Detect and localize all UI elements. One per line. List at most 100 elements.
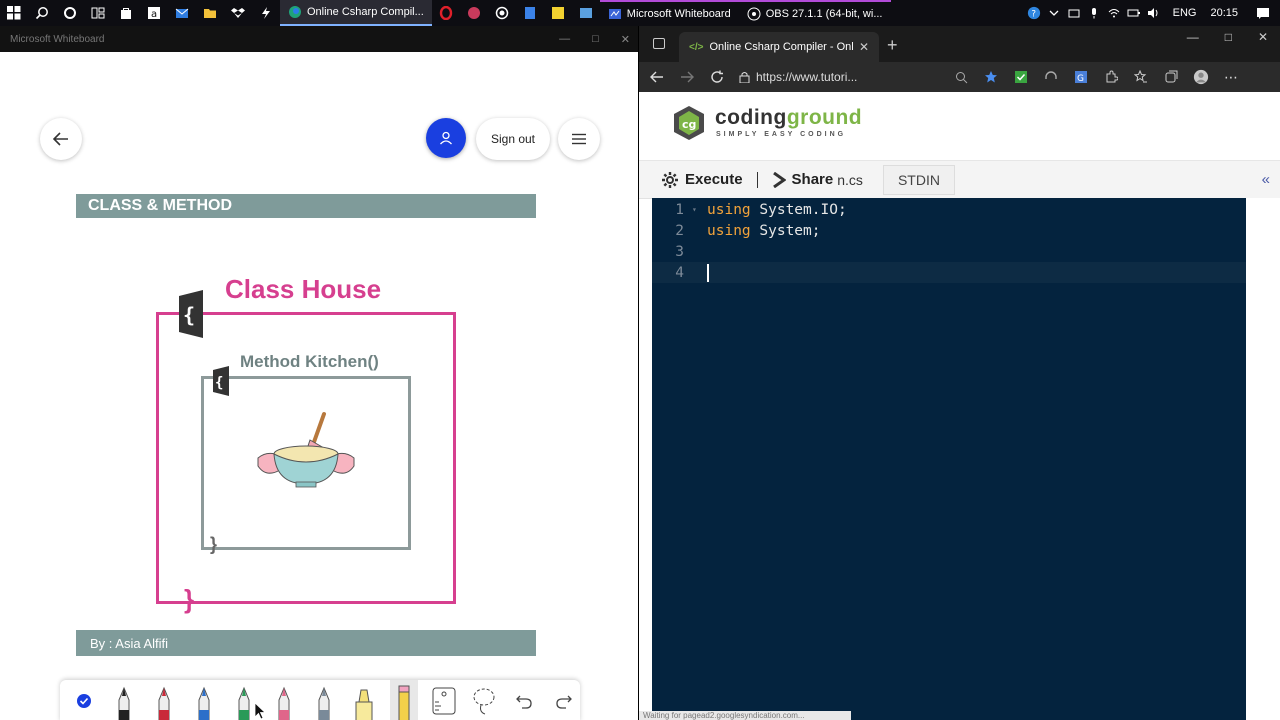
chevron-right-icon (772, 171, 786, 188)
battery-icon[interactable] (1127, 6, 1141, 20)
tab-actions-icon[interactable] (653, 38, 665, 49)
extension-icon-headset[interactable] (1043, 69, 1059, 85)
highlighter-yellow[interactable] (350, 680, 378, 720)
pen-blue[interactable] (190, 680, 218, 720)
wifi-icon[interactable] (1107, 6, 1121, 20)
collections-icon[interactable] (1163, 69, 1179, 85)
dropbox-icon[interactable] (228, 3, 248, 23)
lightning-icon[interactable] (256, 3, 276, 23)
stdin-tab[interactable]: STDIN (882, 164, 955, 195)
language-indicator[interactable]: ENG (1173, 7, 1197, 19)
extension-check-icon[interactable] (1013, 69, 1029, 85)
maximize-icon[interactable]: □ (592, 33, 599, 45)
back-button[interactable] (40, 118, 82, 160)
editor-line-current: 4 (652, 262, 1246, 283)
amazon-icon[interactable]: a (144, 3, 164, 23)
favorite-star-icon[interactable] (983, 69, 999, 85)
code-text: System; (750, 222, 821, 239)
tab-close-icon[interactable]: ✕ (859, 40, 869, 54)
record-icon[interactable] (492, 3, 512, 23)
camera-icon[interactable] (1067, 6, 1081, 20)
browser-status-text: Waiting for pagead2.googlesyndication.co… (639, 711, 851, 720)
store-icon[interactable] (116, 3, 136, 23)
pen-gray[interactable] (310, 680, 338, 720)
checkmark-icon[interactable] (70, 681, 98, 720)
lasso-icon[interactable] (470, 681, 498, 720)
code-keyword: using (707, 201, 751, 218)
close-icon[interactable]: ✕ (1258, 30, 1268, 44)
gear-icon (662, 171, 678, 188)
browser-tab-active[interactable]: </> Online Csharp Compiler - Online ✕ (679, 32, 879, 62)
app-icon-red[interactable] (464, 3, 484, 23)
app-icon-blue[interactable] (576, 3, 596, 23)
mail-icon[interactable] (172, 3, 192, 23)
cortana-icon[interactable] (60, 3, 80, 23)
file-tab[interactable]: n.cs (837, 172, 863, 188)
pen-pink[interactable] (270, 680, 298, 720)
document-icon[interactable] (520, 3, 540, 23)
menu-button[interactable] (558, 118, 600, 160)
url-text: https://www.tutori... (756, 70, 858, 84)
taskbar-app-label: Microsoft Whiteboard (626, 8, 731, 20)
zoom-icon[interactable] (953, 69, 969, 85)
translate-icon[interactable]: G (1073, 69, 1089, 85)
fold-arrow-icon[interactable]: ▾ (692, 205, 702, 214)
extensions-puzzle-icon[interactable] (1103, 69, 1119, 85)
clock[interactable]: 20:15 (1210, 7, 1238, 19)
task-view-icon[interactable] (88, 3, 108, 23)
close-icon[interactable]: ✕ (621, 33, 630, 46)
edge-browser-window: </> Online Csharp Compiler - Online ✕ + … (639, 26, 1280, 720)
search-icon[interactable] (32, 3, 52, 23)
code-editor[interactable]: 1 ▾ using System.IO; 2 using System; 3 4 (652, 198, 1246, 720)
share-button[interactable]: Share (758, 171, 833, 188)
site-name-part2: ground (786, 106, 863, 129)
close-brace-icon: } (184, 584, 195, 614)
more-options-icon[interactable]: ⋯ (1223, 69, 1239, 85)
site-name[interactable]: codingground (715, 106, 862, 130)
pencil-tool[interactable] (390, 680, 418, 720)
open-brace-icon: { (211, 366, 233, 396)
favorites-icon[interactable] (1133, 69, 1149, 85)
volume-icon[interactable] (1147, 6, 1161, 20)
refresh-icon[interactable] (709, 69, 725, 85)
new-tab-icon[interactable]: + (887, 35, 898, 56)
execute-button[interactable]: Execute (639, 171, 743, 189)
collapse-panel-icon[interactable]: « (1262, 171, 1270, 188)
profile-avatar-icon[interactable] (1193, 69, 1209, 85)
forward-arrow-icon[interactable] (679, 69, 695, 85)
back-arrow-icon[interactable] (649, 69, 665, 85)
opera-icon[interactable] (436, 3, 456, 23)
taskbar-app-obs[interactable]: OBS 27.1.1 (64-bit, wi... (738, 0, 891, 26)
mouse-cursor-icon (254, 702, 266, 720)
taskbar-app-label: OBS 27.1.1 (64-bit, wi... (765, 8, 883, 20)
notifications-icon[interactable] (1256, 6, 1270, 20)
minimize-icon[interactable]: — (559, 33, 570, 45)
maximize-icon[interactable]: □ (1225, 30, 1232, 44)
user-icon (440, 131, 452, 145)
account-button[interactable] (426, 118, 466, 158)
redo-icon[interactable] (550, 681, 578, 720)
undo-icon[interactable] (510, 681, 538, 720)
pen-red[interactable] (150, 680, 178, 720)
whiteboard-canvas[interactable]: Sign out CLASS & METHOD { Class House { … (0, 52, 638, 720)
ruler-icon[interactable] (430, 681, 458, 720)
taskbar-app-csharp-compiler[interactable]: Online Csharp Compil... (280, 0, 432, 26)
sticky-notes-icon[interactable] (548, 3, 568, 23)
whiteboard-window: Microsoft Whiteboard — □ ✕ Sign out CLAS… (0, 26, 638, 720)
help-icon[interactable]: ? (1027, 6, 1041, 20)
windows-start-icon[interactable] (4, 3, 24, 23)
svg-text:cg: cg (682, 118, 696, 131)
site-tagline: SIMPLY EASY CODING (716, 131, 847, 138)
taskbar-app-whiteboard[interactable]: Microsoft Whiteboard (599, 0, 739, 26)
microphone-icon[interactable] (1087, 6, 1101, 20)
url-field[interactable]: https://www.tutori... (739, 65, 939, 89)
chevron-up-icon[interactable] (1047, 6, 1061, 20)
whiteboard-icon (608, 9, 621, 19)
svg-text:a: a (151, 9, 157, 20)
pen-black[interactable] (110, 680, 138, 720)
file-explorer-icon[interactable] (200, 3, 220, 23)
minimize-icon[interactable]: — (1187, 30, 1199, 44)
sign-out-button[interactable]: Sign out (476, 118, 550, 160)
svg-text:{: { (215, 375, 223, 391)
section-banner: CLASS & METHOD (76, 194, 536, 218)
